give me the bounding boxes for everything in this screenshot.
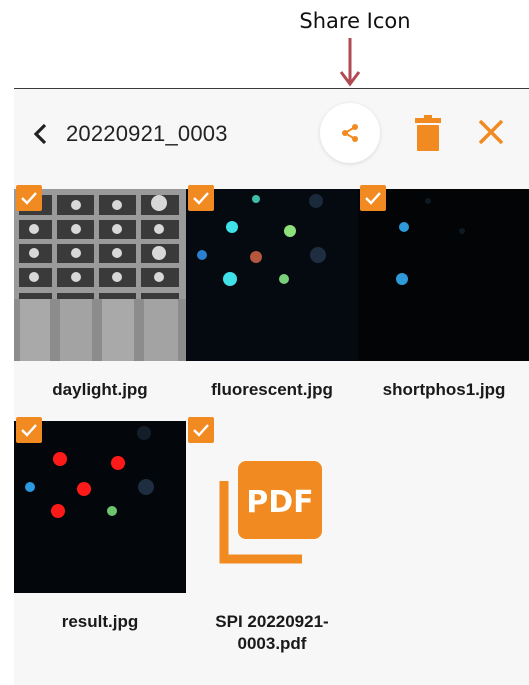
gallery-screen: 20220921_0003 daylight.jpg fluorescent.j… — [14, 88, 529, 685]
thumbnail-pdf: PDF — [186, 421, 358, 593]
toolbar: 20220921_0003 — [14, 89, 529, 183]
shortphos1-image — [358, 189, 529, 361]
share-button[interactable] — [320, 103, 380, 163]
file-tile-daylight[interactable]: daylight.jpg — [14, 185, 186, 401]
file-name: shortphos1.jpg — [382, 380, 506, 399]
file-name: result.jpg — [61, 612, 139, 631]
selected-checkbox[interactable] — [16, 417, 42, 443]
annotation-arrow-icon — [339, 38, 361, 87]
checkmark-icon — [193, 424, 209, 437]
selected-checkbox[interactable] — [16, 185, 42, 211]
share-icon — [342, 124, 358, 142]
file-name: daylight.jpg — [52, 380, 148, 399]
delete-button[interactable] — [412, 113, 444, 153]
checkmark-icon — [193, 192, 209, 205]
thumbnail-daylight — [14, 189, 186, 361]
file-tile-pdf[interactable]: PDF SPI 20220921-0003.pdf — [186, 417, 358, 655]
thumbnail-shortphos1 — [358, 189, 529, 361]
annotation: Share Icon — [0, 0, 529, 88]
checkmark-icon — [365, 192, 381, 205]
selected-checkbox[interactable] — [360, 185, 386, 211]
file-name: fluorescent.jpg — [211, 380, 333, 399]
file-name: SPI 20220921-0003.pdf — [215, 612, 329, 653]
file-tile-result[interactable]: result.jpg — [14, 417, 186, 633]
close-icon — [478, 119, 504, 145]
close-button[interactable] — [474, 115, 508, 149]
chevron-left-icon — [33, 123, 47, 145]
annotation-label: Share Icon — [299, 9, 411, 33]
thumbnail-result — [14, 421, 186, 593]
trash-icon — [415, 115, 441, 151]
file-tile-shortphos1[interactable]: shortphos1.jpg — [358, 185, 529, 401]
back-button[interactable] — [28, 119, 52, 149]
checkmark-icon — [21, 424, 37, 437]
daylight-image — [14, 189, 186, 361]
file-tile-fluorescent[interactable]: fluorescent.jpg — [186, 185, 358, 401]
selected-checkbox[interactable] — [188, 185, 214, 211]
pdf-label: PDF — [246, 485, 313, 520]
thumbnail-fluorescent — [186, 189, 358, 361]
result-image — [14, 421, 186, 593]
fluorescent-image — [186, 189, 358, 361]
selected-checkbox[interactable] — [188, 417, 214, 443]
checkmark-icon — [21, 192, 37, 205]
pdf-file-icon: PDF — [219, 461, 322, 564]
folder-title: 20220921_0003 — [66, 121, 228, 146]
